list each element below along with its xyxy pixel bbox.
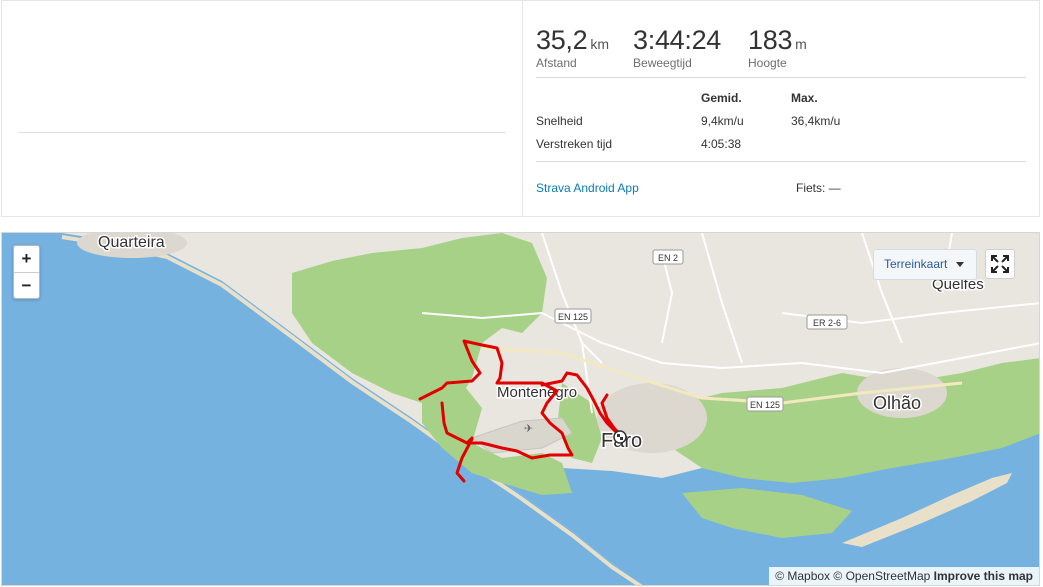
stat-unit: km [590,36,610,52]
stat-label: Beweegtijd [633,56,692,70]
route-map[interactable]: EN 2 EN 125 ER 2-6 EN 125 Quarteira Mont… [1,232,1040,586]
divider [536,77,1026,78]
road-shield-en125: EN 125 [554,308,592,324]
row-avg-value: 4:05:38 [701,137,742,151]
row-max-value: 36,4km/u [791,114,841,128]
zoom-control: + − [13,245,40,299]
more-stats-table: Gemid. Max. Snelheid 9,4km/u 36,4km/u Ve… [536,91,1026,160]
stat-label: Hoogte [748,56,787,70]
stat-elevation: 183 m Hoogte [748,25,807,70]
svg-text:ER 2-6: ER 2-6 [813,318,841,328]
svg-text:EN 2: EN 2 [658,253,678,263]
summary-stats-panel: 35,2 km Afstand 3:44:24 Beweegtijd 183 m H… [522,1,1039,216]
map-type-dropdown[interactable]: Terreinkaart [873,249,977,280]
summary-left-panel [2,1,522,216]
table-header: Gemid. Max. [536,91,1026,114]
zoom-in-button[interactable]: + [14,246,39,272]
map-type-label: Terreinkaart [884,257,948,271]
road-shield-en2: EN 2 [652,249,684,265]
table-row-speed: Snelheid 9,4km/u 36,4km/u [536,114,1026,137]
stat-moving-time: 3:44:24 Beweegtijd [633,25,724,70]
stat-unit: m [795,36,807,52]
road-shield-en125: EN 125 [746,396,784,412]
finish-flag-icon [613,430,627,444]
zoom-out-button[interactable]: − [14,272,39,298]
attribution-mapbox-link[interactable]: © Mapbox [775,569,830,583]
row-label: Verstreken tijd [536,137,613,151]
table-row-elapsed-time: Verstreken tijd 4:05:38 [536,137,1026,160]
row-avg-value: 9,4km/u [701,114,744,128]
inline-stats: 35,2 km Afstand 3:44:24 Beweegtijd 183 m H… [536,25,831,70]
improve-map-link[interactable]: Improve this map [934,569,1033,583]
map-canvas[interactable]: EN 2 EN 125 ER 2-6 EN 125 Quarteira Mont… [2,233,1040,586]
divider [536,161,1026,162]
map-attribution: © Mapbox © OpenStreetMap Improve this ma… [769,567,1039,585]
road-shield-er26: ER 2-6 [806,314,848,330]
place-label-olhao: Olhão [873,393,921,413]
place-label-montenegro: Montenegro [497,384,577,401]
activity-summary: 35,2 km Afstand 3:44:24 Beweegtijd 183 m H… [1,0,1040,217]
device-link[interactable]: Strava Android App [536,181,639,195]
stat-value: 35,2 [536,25,588,55]
place-label-quarteira: Quarteira [98,234,165,251]
attribution-osm-link[interactable]: © OpenStreetMap [833,569,930,583]
fullscreen-button[interactable] [985,249,1015,279]
column-header-avg: Gemid. [701,91,742,105]
stat-value: 183 [748,25,793,55]
row-label: Snelheid [536,114,583,128]
caret-down-icon [956,262,964,267]
svg-text:EN 125: EN 125 [558,312,588,322]
expand-icon [991,255,1009,273]
airport-icon: ✈ [524,422,533,435]
stat-value: 3:44:24 [633,25,722,55]
divider [18,132,506,133]
stat-distance: 35,2 km Afstand [536,25,609,70]
gear-info: Fiets: — [796,181,841,195]
column-header-max: Max. [791,91,818,105]
svg-text:EN 125: EN 125 [750,400,780,410]
stat-label: Afstand [536,56,577,70]
